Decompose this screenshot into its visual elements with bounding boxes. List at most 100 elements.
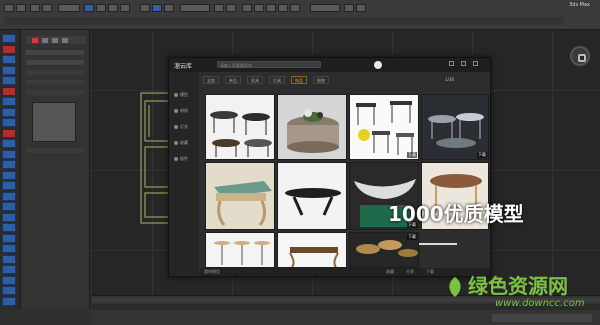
modifier-list[interactable] [26,60,84,65]
metal-tables-image [428,113,484,148]
modify-tab-icon[interactable] [42,38,48,43]
sidebar-item-favorites[interactable]: 收藏 [174,138,196,148]
tool-button[interactable] [2,181,16,190]
motion-tab-icon[interactable] [62,38,68,43]
model-thumbnail[interactable] [205,162,275,230]
tool-button[interactable] [2,191,16,201]
sidebar-item-plugins[interactable]: 插件 [174,154,196,164]
rotate-icon[interactable] [108,4,118,12]
sidebar-item-lights[interactable]: 灯光 [174,122,196,132]
tab-furniture[interactable]: 家具 [247,76,263,84]
tool-button[interactable] [2,128,16,138]
left-command-strip [0,30,20,310]
tool-button[interactable] [2,97,16,106]
align-icon[interactable] [226,4,236,12]
angle-snap-icon[interactable] [152,4,162,12]
tool-button[interactable] [2,160,16,169]
tab-plants[interactable]: 植物 [313,76,329,84]
tool-button[interactable] [2,275,16,285]
model-thumbnail[interactable] [277,94,347,160]
tool-button[interactable] [2,212,16,222]
mirror-icon[interactable] [214,4,224,12]
model-thumbnail[interactable] [205,94,275,160]
window-icon[interactable] [344,4,354,12]
select-icon[interactable] [84,4,94,12]
move-icon[interactable] [96,4,106,12]
tool-button[interactable] [2,296,16,306]
model-thumbnail[interactable] [205,232,275,268]
tool-button[interactable] [2,223,16,232]
tool-button[interactable] [2,233,16,243]
maximize-icon[interactable] [461,61,466,66]
redo-icon[interactable] [16,4,26,12]
scale-icon[interactable] [120,4,130,12]
viewcube[interactable] [570,46,590,66]
download-badge[interactable]: 下载 [407,234,417,240]
hierarchy-tab-icon[interactable] [52,38,58,43]
undo-icon[interactable] [4,4,14,12]
tool-button[interactable] [2,149,16,159]
percent-snap-icon[interactable] [164,4,174,12]
tool-button[interactable] [2,286,16,295]
download-badge[interactable]: 下载 [407,152,417,158]
share-button[interactable]: 分享 [406,269,414,275]
create-tab-icon[interactable] [32,38,38,43]
named-selection-set[interactable] [180,4,210,12]
tool-button[interactable] [2,55,16,64]
sidebar-item-materials[interactable]: 材质 [174,106,196,116]
carved-table-image [289,247,339,267]
tool-button[interactable] [2,44,16,54]
selection-filter[interactable] [58,4,80,12]
render-icon[interactable] [290,4,300,12]
top-toolbar: 3ds Max [0,0,600,30]
promo-underline [419,243,457,245]
tab-all[interactable]: 全部 [203,76,219,84]
model-thumbnail[interactable] [277,162,347,230]
my-models-link[interactable]: 我的模型 [204,269,220,275]
minimize-icon[interactable] [449,61,454,66]
grid-line [552,30,553,295]
leaf-logo-icon [449,277,461,297]
tab-lamps[interactable]: 灯具 [269,76,285,84]
tool-button[interactable] [2,118,16,127]
category-tabs: 全部 单品 家具 灯具 饰品 植物 1/36 [201,76,490,85]
material-editor-icon[interactable] [266,4,276,12]
model-thumbnail[interactable]: 下载 [421,94,489,160]
tool-button[interactable] [2,34,16,43]
object-name-field[interactable] [26,50,84,55]
tab-decor[interactable]: 饰品 [291,76,307,84]
playback-controls[interactable] [492,314,592,322]
stools-image [214,241,270,265]
modifier-stack[interactable] [32,102,76,142]
tool-button[interactable] [2,202,16,211]
close-icon[interactable] [473,61,478,66]
tool-button[interactable] [2,86,16,96]
view-icon[interactable] [356,4,366,12]
tool-button[interactable] [2,244,16,253]
snap-icon[interactable] [140,4,150,12]
tool-button[interactable] [2,170,16,180]
tool-button[interactable] [2,139,16,148]
layer-icon[interactable] [242,4,252,12]
model-thumbnail[interactable] [277,232,347,268]
plugin-icon [174,157,178,161]
model-thumbnail[interactable]: 下载 [349,232,419,268]
download-badge[interactable]: 下载 [477,152,487,158]
curve-editor-icon[interactable] [254,4,264,12]
sidebar-item-models[interactable]: 模型 [174,90,196,100]
unlink-icon[interactable] [42,4,52,12]
download-button[interactable]: 下载 [426,269,434,275]
workspace-dropdown[interactable] [310,4,340,12]
render-setup-icon[interactable] [278,4,288,12]
search-input[interactable]: 请输入您要搜索的 [217,61,321,68]
tool-button[interactable] [2,265,16,274]
link-icon[interactable] [30,4,40,12]
tab-single[interactable]: 单品 [225,76,241,84]
favorite-button[interactable]: 收藏 [386,269,394,275]
tool-button[interactable] [2,254,16,264]
avatar[interactable] [374,61,382,69]
model-thumbnail[interactable]: 下载 [349,94,419,160]
tool-button[interactable] [2,107,16,117]
tool-button[interactable] [2,65,16,75]
tool-button[interactable] [2,76,16,85]
